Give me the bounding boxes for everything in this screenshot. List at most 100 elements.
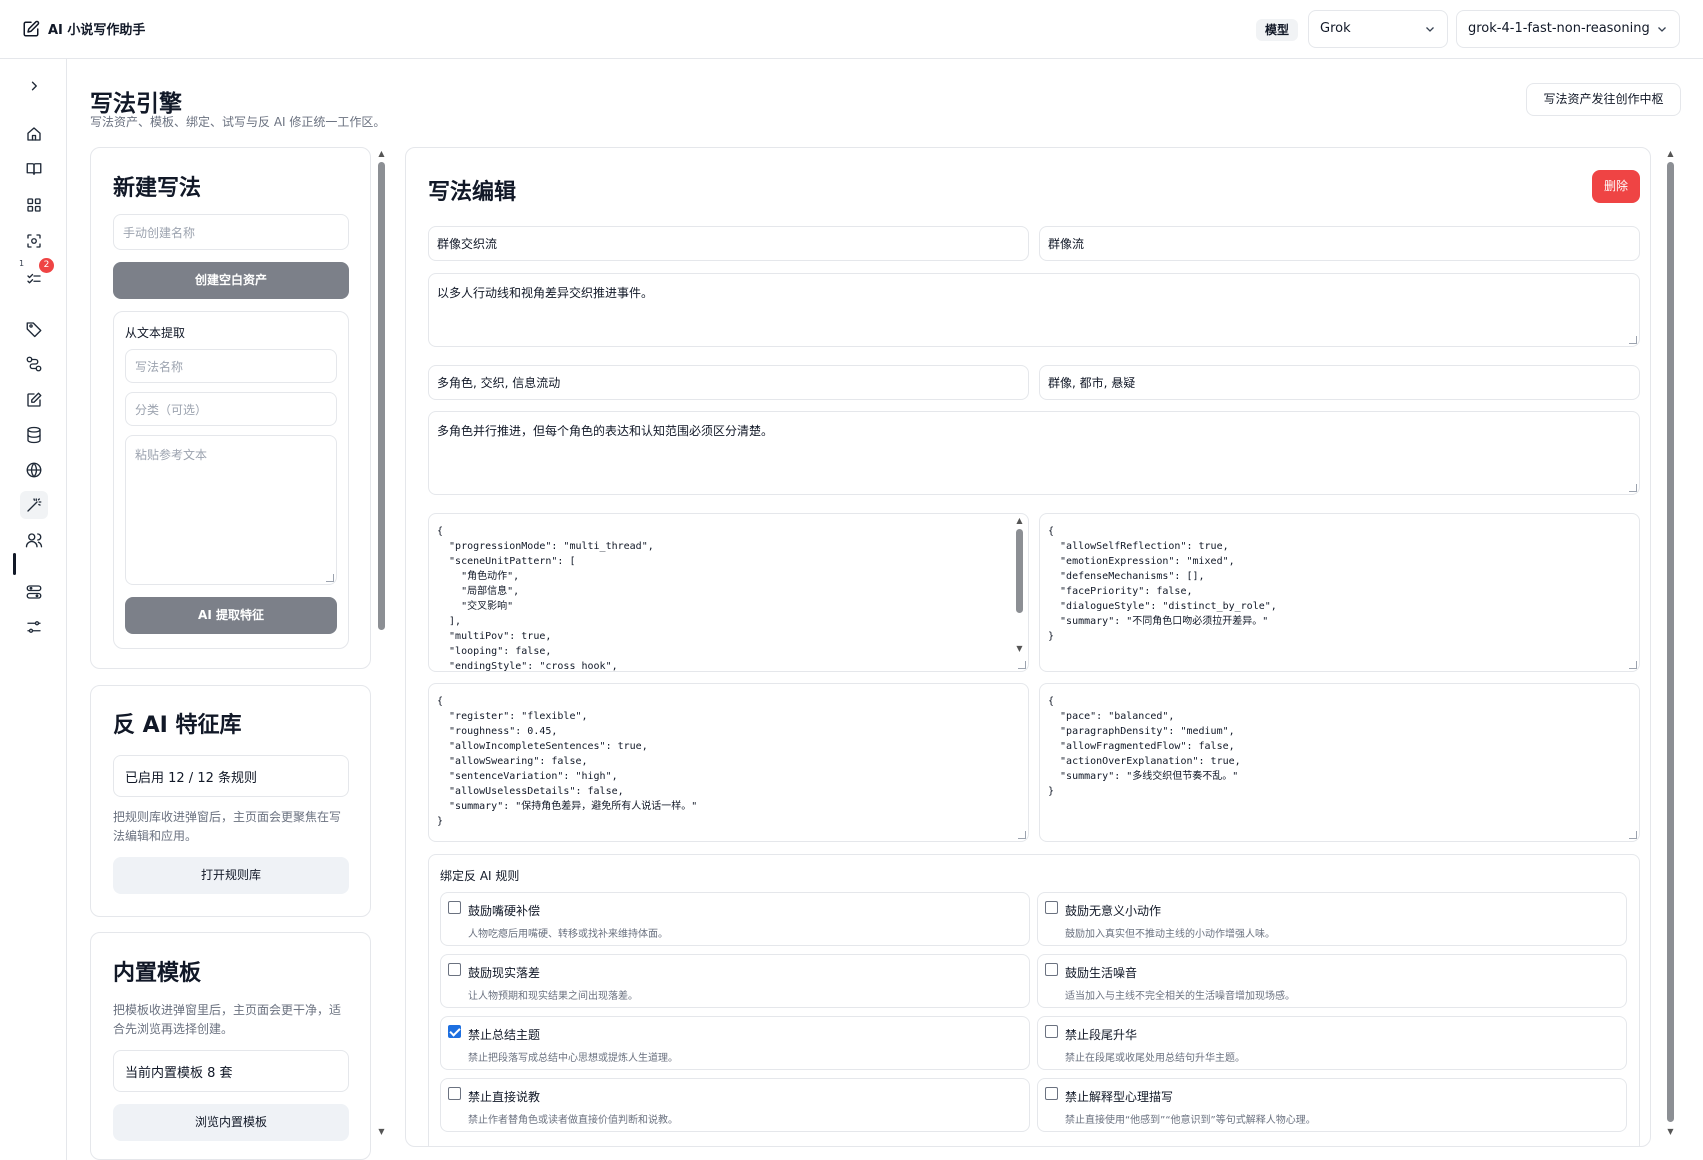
rule-item[interactable]: 鼓励现实落差 让人物预期和现实结果之间出现落差。 — [440, 954, 1030, 1008]
rule-description: 鼓励加入真实但不推动主线的小动作增强人味。 — [1065, 929, 1275, 940]
edit-icon — [27, 392, 42, 407]
rule-item[interactable]: 禁止直接说教 禁止作者替角色或读者做直接价值判断和说教。 — [440, 1078, 1030, 1132]
bound-rules-panel: 绑定反 AI 规则 鼓励嘴硬补偿 人物吃瘪后用嘴硬、转移或找补来维持体面。 鼓励… — [428, 854, 1640, 1146]
sidebar-expand-button[interactable] — [20, 72, 48, 100]
rule-checkbox[interactable] — [1045, 1025, 1058, 1038]
rule-name: 禁止解释型心理描写 — [1065, 1090, 1174, 1104]
left-scroll-thumb[interactable] — [378, 162, 385, 630]
anti-ai-card: 反 AI 特征库 已启用 12 / 12 条规则 把规则库收进弹窗后，主页面会更… — [90, 685, 371, 917]
description-field[interactable]: 以多人行动线和视角差异交织推进事件。 — [428, 273, 1640, 347]
scroll-up-arrow[interactable]: ▲ — [377, 150, 386, 158]
style-name-input[interactable]: 写法名称 — [125, 349, 337, 383]
rule-item[interactable]: 禁止解释型心理描写 禁止直接使用“他感到”“他意识到”等句式解释人物心理。 — [1037, 1078, 1627, 1132]
tags-field[interactable]: 多角色, 交织, 信息流动 — [428, 365, 1029, 400]
new-style-title: 新建写法 — [113, 176, 202, 201]
sidebar-item-data[interactable] — [20, 421, 48, 449]
rule-description: 让人物预期和现实结果之间出现落差。 — [468, 991, 638, 1002]
rule-checkbox[interactable] — [1045, 963, 1058, 976]
rule-checkbox[interactable] — [1045, 901, 1058, 914]
language-json: { "register": "flexible", "roughness": 0… — [437, 696, 698, 827]
style-editor: 写法编辑 删除 群像交织流 群像流 以多人行动线和视角差异交织推进事件。 多角色… — [405, 147, 1651, 1147]
ai-extract-button[interactable]: AI 提取特征 — [125, 597, 337, 634]
left-scrollbar[interactable]: ▲ ▼ — [377, 150, 386, 1150]
sidebar-item-characters[interactable] — [20, 526, 48, 554]
rule-item[interactable]: 禁止总结主题 禁止把段落写成总结中心思想或提炼人生道理。 — [440, 1016, 1030, 1070]
chevron-down-icon — [1426, 27, 1434, 32]
style-category-field[interactable]: 群像流 — [1039, 226, 1640, 261]
rule-item[interactable]: 鼓励生活噪音 适当加入与主线不完全相关的生活噪音增加现场感。 — [1037, 954, 1627, 1008]
rule-name: 鼓励现实落差 — [468, 966, 541, 980]
rule-checkbox[interactable] — [448, 963, 461, 976]
sidebar-item-workflow[interactable] — [20, 350, 48, 378]
sidebar-item-dashboard[interactable] — [20, 191, 48, 219]
anti-ai-description: 把规则库收进弹窗后，主页面会更聚焦在写法编辑和应用。 — [113, 810, 342, 843]
reference-text-placeholder: 粘贴参考文本 — [135, 448, 208, 462]
sidebar-item-tags[interactable] — [20, 315, 48, 343]
app-title: AI 小说写作助手 — [48, 23, 146, 38]
structure-json-editor[interactable]: { "progressionMode": "multi_thread", "sc… — [428, 513, 1029, 672]
sidebar-item-tasks[interactable]: 1 2 — [19, 258, 54, 290]
sidebar-item-style-engine[interactable] — [20, 491, 48, 519]
delete-button[interactable]: 删除 — [1592, 170, 1640, 203]
rule-item[interactable]: 禁止段尾升华 禁止在段尾或收尾处用总结句升华主题。 — [1037, 1016, 1627, 1070]
resize-handle[interactable] — [1629, 661, 1637, 669]
scroll-down-arrow[interactable]: ▼ — [1666, 1128, 1675, 1136]
rule-checkbox-checked[interactable] — [448, 1025, 461, 1038]
scroll-up-arrow[interactable]: ▲ — [1666, 150, 1675, 158]
magic-wand-icon — [27, 498, 42, 512]
browse-templates-button[interactable]: 浏览内置模板 — [113, 1104, 349, 1141]
resize-handle[interactable] — [326, 574, 334, 582]
scroll-down-arrow[interactable]: ▼ — [1015, 645, 1024, 653]
scroll-up-arrow[interactable]: ▲ — [1015, 517, 1024, 525]
resize-handle[interactable] — [1629, 336, 1637, 344]
open-rules-button[interactable]: 打开规则库 — [113, 857, 349, 894]
resize-handle[interactable] — [1018, 661, 1026, 669]
notes-text: 多角色并行推进，但每个角色的表达和认知范围必须区分清楚。 — [437, 424, 774, 438]
sidebar-item-settings[interactable] — [20, 613, 48, 641]
tag-icon — [26, 322, 42, 338]
rule-description: 禁止作者替角色或读者做直接价值判断和说教。 — [468, 1115, 678, 1126]
rule-description: 适当加入与主线不完全相关的生活噪音增加现场感。 — [1065, 991, 1295, 1002]
category-input[interactable]: 分类（可选） — [125, 392, 337, 426]
model-select[interactable]: grok-4-1-fast-non-reasoning — [1456, 10, 1680, 48]
provider-select[interactable]: Grok — [1308, 10, 1448, 48]
rule-checkbox[interactable] — [448, 1087, 461, 1100]
rule-name: 禁止段尾升华 — [1065, 1028, 1138, 1042]
json-scroll-thumb[interactable] — [1016, 529, 1023, 613]
sidebar-item-write[interactable] — [20, 386, 48, 414]
send-to-hub-button[interactable]: 写法资产发往创作中枢 — [1526, 83, 1681, 116]
sidebar-item-world[interactable] — [20, 456, 48, 484]
globe-icon — [26, 462, 42, 478]
sidebar-item-pipeline[interactable] — [20, 578, 48, 606]
character-json-editor[interactable]: { "allowSelfReflection": true, "emotionE… — [1039, 513, 1640, 672]
resize-handle[interactable] — [1018, 831, 1026, 839]
editor-scrollbar[interactable]: ▲ ▼ — [1666, 150, 1675, 1150]
edit-square-icon — [23, 20, 40, 36]
chevron-down-icon — [1658, 27, 1666, 32]
rule-description: 禁止把段落写成总结中心思想或提炼人生道理。 — [468, 1053, 678, 1064]
manual-name-input[interactable]: 手动创建名称 — [113, 214, 349, 250]
rule-item[interactable]: 鼓励无意义小动作 鼓励加入真实但不推动主线的小动作增强人味。 — [1037, 892, 1627, 946]
create-blank-button[interactable]: 创建空白资产 — [113, 262, 349, 299]
language-json-editor[interactable]: { "register": "flexible", "roughness": 0… — [428, 683, 1029, 842]
rule-checkbox[interactable] — [448, 901, 461, 914]
rule-description: 禁止直接使用“他感到”“他意识到”等句式解释人物心理。 — [1065, 1115, 1316, 1126]
scroll-down-arrow[interactable]: ▼ — [377, 1128, 386, 1136]
tasks-badge: 2 — [39, 258, 54, 273]
sidebar-item-scan[interactable] — [20, 227, 48, 255]
app-brand[interactable]: AI 小说写作助手 — [22, 19, 145, 38]
reference-text-input[interactable]: 粘贴参考文本 — [125, 435, 337, 585]
notes-field[interactable]: 多角色并行推进，但每个角色的表达和认知范围必须区分清楚。 — [428, 411, 1640, 495]
rule-item[interactable]: 鼓励嘴硬补偿 人物吃瘪后用嘴硬、转移或找补来维持体面。 — [440, 892, 1030, 946]
resize-handle[interactable] — [1629, 831, 1637, 839]
editor-scroll-thumb[interactable] — [1667, 162, 1674, 1122]
sidebar-item-home[interactable] — [20, 120, 48, 148]
rule-checkbox[interactable] — [1045, 1087, 1058, 1100]
sidebar-item-library[interactable] — [20, 155, 48, 183]
json-scrollbar[interactable]: ▲ ▼ — [1015, 517, 1024, 667]
resize-handle[interactable] — [1629, 484, 1637, 492]
model-label: 模型 — [1256, 19, 1299, 41]
genres-field[interactable]: 群像, 都市, 悬疑 — [1039, 365, 1640, 400]
style-name-field[interactable]: 群像交织流 — [428, 226, 1029, 261]
rhythm-json-editor[interactable]: { "pace": "balanced", "paragraphDensity"… — [1039, 683, 1640, 842]
